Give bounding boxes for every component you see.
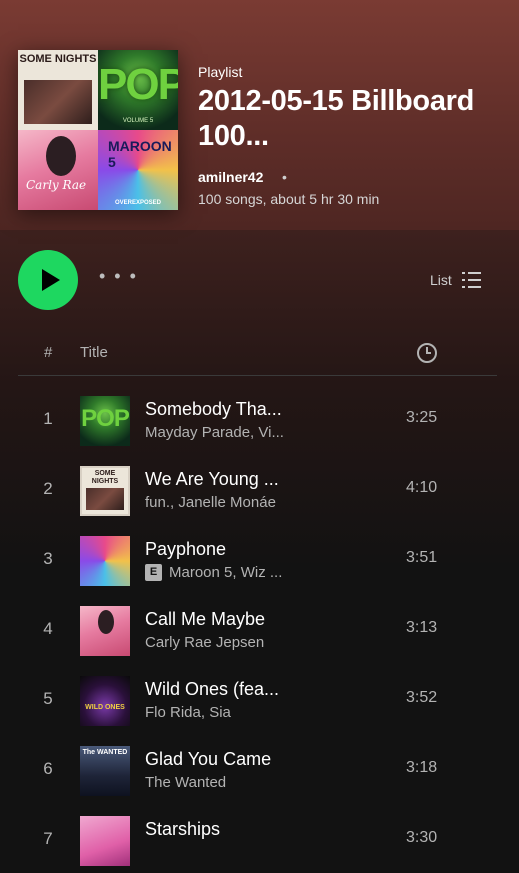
cover-tile-sublabel: VOLUME 5 <box>122 118 154 124</box>
track-number: 1 <box>43 409 53 428</box>
cover-tile-carly: Carly Rae <box>18 130 98 210</box>
track-duration: 3:52 <box>406 689 438 706</box>
cover-tile-photo <box>46 136 76 176</box>
track-row[interactable]: 2 We Are Young ... fun., Janelle Monáe 4… <box>18 459 497 523</box>
cover-tile-label: SOME NIGHTS <box>19 53 97 65</box>
track-row[interactable]: 7 Starships 3:30 <box>18 809 497 873</box>
album-art <box>80 606 130 656</box>
album-art <box>80 396 130 446</box>
track-number: 2 <box>43 479 53 498</box>
track-duration: 3:25 <box>406 409 438 426</box>
track-duration: 3:51 <box>406 549 438 566</box>
playlist-meta: 100 songs, about 5 hr 30 min <box>198 191 380 207</box>
track-title[interactable]: Call Me Maybe <box>145 609 265 630</box>
album-art <box>80 466 130 516</box>
track-artist[interactable]: Mayday Parade, Vi... <box>145 424 284 441</box>
track-duration: 3:13 <box>406 619 438 636</box>
list-icon <box>461 272 481 288</box>
track-title[interactable]: Starships <box>145 819 220 840</box>
cover-tile-photo <box>24 80 92 124</box>
album-art <box>80 536 130 586</box>
track-row[interactable]: 6 Glad You Came The Wanted 3:18 <box>18 739 497 803</box>
track-title[interactable]: Wild Ones (fea... <box>145 679 279 700</box>
album-art <box>80 676 130 726</box>
track-title[interactable]: Somebody Tha... <box>145 399 282 420</box>
header-divider <box>18 375 497 376</box>
playlist-cover[interactable]: SOME NIGHTS POP VOLUME 5 Carly Rae MAROO… <box>18 50 178 210</box>
meta-separator: • <box>282 169 287 185</box>
clock-icon[interactable] <box>416 342 438 364</box>
playlist-title[interactable]: 2012-05-15 Billboard 100... <box>198 84 498 154</box>
track-row[interactable]: 5 Wild Ones (fea... Flo Rida, Sia 3:52 <box>18 669 497 733</box>
track-artist-line: E Maroon 5, Wiz ... <box>145 564 282 581</box>
playlist-type-label: Playlist <box>198 64 243 80</box>
play-icon <box>41 269 60 291</box>
cover-tile-label: Carly Rae <box>26 178 87 192</box>
column-header-title[interactable]: Title <box>80 344 108 361</box>
track-row[interactable]: 3 Payphone E Maroon 5, Wiz ... 3:51 <box>18 529 497 593</box>
column-header-number: # <box>44 344 53 361</box>
track-title[interactable]: Glad You Came <box>145 749 271 770</box>
album-art <box>80 816 130 866</box>
track-title[interactable]: Payphone <box>145 539 226 560</box>
album-art <box>80 746 130 796</box>
track-row[interactable]: 1 Somebody Tha... Mayday Parade, Vi... 3… <box>18 389 497 453</box>
track-title[interactable]: We Are Young ... <box>145 469 279 490</box>
track-artist[interactable]: Flo Rida, Sia <box>145 704 231 721</box>
cover-tile-label: MAROON 5 <box>108 138 172 170</box>
track-number: 4 <box>43 619 53 638</box>
playlist-owner-link[interactable]: amilner42 <box>198 169 263 185</box>
cover-tile-some-nights: SOME NIGHTS <box>18 50 98 130</box>
track-artist[interactable]: The Wanted <box>145 774 226 791</box>
cover-tile-sublabel: OVEREXPOSED <box>114 200 161 206</box>
track-duration: 4:10 <box>406 479 438 496</box>
explicit-badge: E <box>145 564 162 581</box>
play-button[interactable] <box>18 250 78 310</box>
more-options-button[interactable]: • • • <box>99 266 138 287</box>
track-number: 3 <box>43 549 53 568</box>
track-artist[interactable]: fun., Janelle Monáe <box>145 494 276 511</box>
track-number: 6 <box>43 759 53 778</box>
track-duration: 3:30 <box>406 829 438 846</box>
cover-tile-maroon5: MAROON 5 OVEREXPOSED <box>98 130 178 210</box>
track-artist[interactable]: Maroon 5, Wiz ... <box>169 564 282 581</box>
cover-tile-label: POP <box>98 60 178 109</box>
track-row[interactable]: 4 Call Me Maybe Carly Rae Jepsen 3:13 <box>18 599 497 663</box>
track-number: 7 <box>43 829 53 848</box>
view-toggle-button[interactable]: List <box>430 271 482 289</box>
track-duration: 3:18 <box>406 759 438 776</box>
track-artist[interactable]: Carly Rae Jepsen <box>145 634 264 651</box>
view-toggle-label: List <box>430 272 452 288</box>
cover-tile-pop: POP VOLUME 5 <box>98 50 178 130</box>
track-number: 5 <box>43 689 53 708</box>
